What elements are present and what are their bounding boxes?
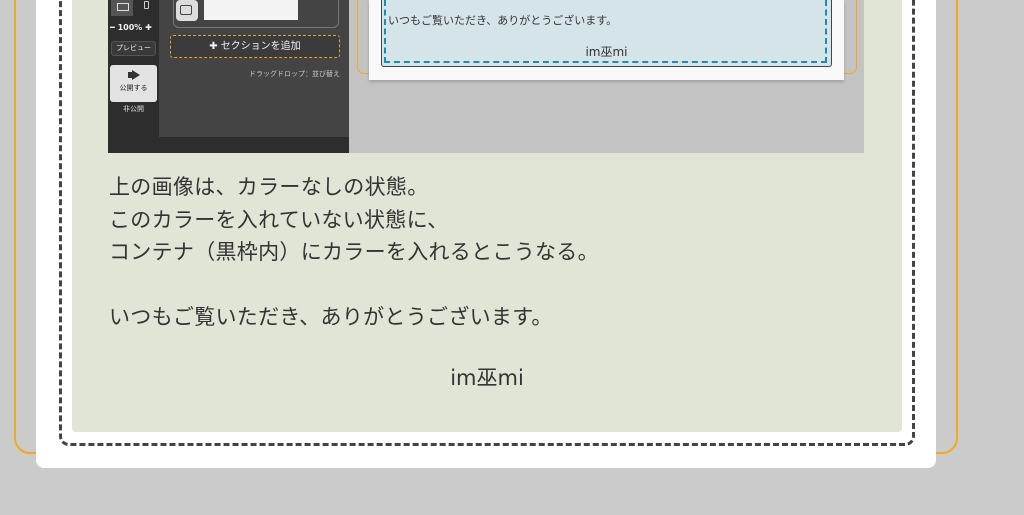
mobile-view-icon: [144, 1, 149, 9]
article-line: このカラーを入れていない状態に、: [109, 207, 449, 232]
embedded-editor-screenshot: ━ 100% ✚ プレビュー 公開する 非公開 ✚ セクションを追加 ドラッグドロ…: [108, 0, 864, 153]
publish-label: 公開する: [119, 84, 148, 92]
unpublished-label: 非公開: [123, 105, 144, 113]
plus-icon: ✚: [209, 41, 218, 52]
zoom-control: ━ 100% ✚: [110, 23, 152, 32]
article-line: コンテナ（黒枠内）にカラーを入れるとこうなる。: [109, 240, 599, 264]
desktop-view-icon: [111, 0, 133, 16]
add-section-button: ✚ セクションを追加: [170, 35, 340, 58]
article-body: 上の画像は、カラーなしの状態。 このカラーを入れていない状態に、 コンテナ（黒枠…: [109, 171, 599, 334]
drag-drop-note: ドラッグドロップ：並び替え: [249, 70, 340, 78]
preview-signature: im巫mi: [585, 45, 628, 59]
thanks-text: いつもご覧いただき、ありがとうございます。: [109, 305, 553, 329]
megaphone-icon: [126, 70, 142, 81]
signature: im巫mi: [450, 366, 524, 390]
preview-thanks-text: いつもご覧いただき、ありがとうございます。: [388, 14, 618, 27]
editor-panel-footer: [159, 137, 349, 153]
editor-sidebar: ━ 100% ✚ プレビュー 公開する 非公開: [108, 0, 159, 153]
layout-thumbnail: [204, 0, 298, 20]
publish-button: 公開する: [110, 65, 157, 102]
add-section-label: セクションを追加: [220, 41, 301, 52]
layout-icon: [176, 0, 198, 21]
article-line: 上の画像は、カラーなしの状態。: [109, 175, 429, 199]
preview-button: プレビュー: [111, 41, 156, 56]
